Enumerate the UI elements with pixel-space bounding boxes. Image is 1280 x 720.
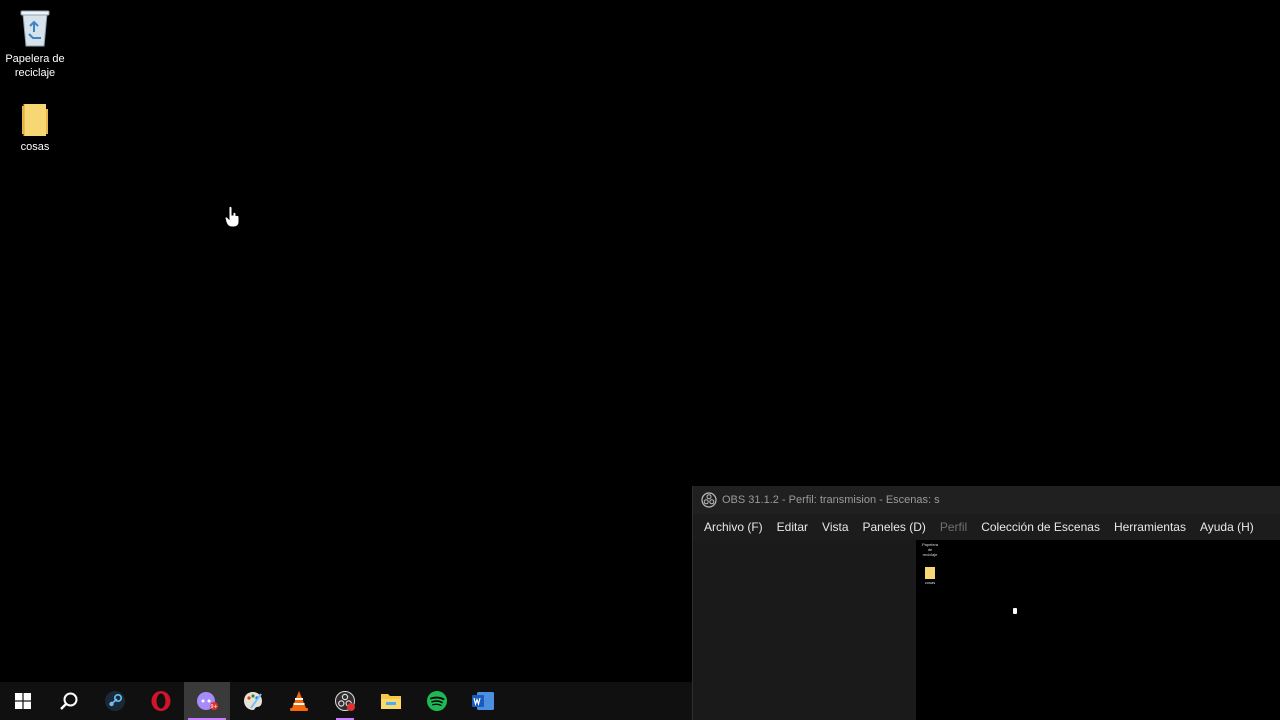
steam-icon [105, 691, 125, 711]
preview-folder-icon [925, 567, 935, 579]
recycle-bin-icon [20, 10, 50, 47]
menu-archivo[interactable]: Archivo (F) [697, 520, 770, 534]
discord-icon: 9+ [197, 692, 218, 710]
opera-icon [151, 691, 171, 711]
obs-preview[interactable]: Papelera de reciclaje cosas [916, 540, 1280, 720]
menu-perfil[interactable]: Perfil [933, 520, 974, 534]
start-button[interactable] [0, 682, 46, 720]
obs-titlebar[interactable]: OBS 31.1.2 - Perfil: transmision - Escen… [693, 486, 1280, 514]
menu-vista[interactable]: Vista [815, 520, 855, 534]
menu-herramientas[interactable]: Herramientas [1107, 520, 1193, 534]
taskbar-opera[interactable] [138, 682, 184, 720]
preview-recycle-label: Papelera de reciclaje [921, 542, 938, 557]
obs-logo-icon [701, 492, 717, 508]
menu-ayuda[interactable]: Ayuda (H) [1193, 520, 1261, 534]
menu-coleccion-de-escenas[interactable]: Colección de Escenas [974, 520, 1107, 534]
menu-paneles[interactable]: Paneles (D) [856, 520, 933, 534]
cosas-label: cosas [20, 141, 50, 153]
obs-menubar: Archivo (F) Editar Vista Paneles (D) Per… [693, 514, 1280, 540]
recycle-bin-label-line1: Papelera de [5, 53, 65, 65]
preview-folder-label: cosas [924, 580, 936, 585]
paint-icon [244, 692, 262, 710]
hand-cursor-icon [225, 206, 240, 228]
recycle-bin-label-line2: reciclaje [14, 67, 56, 79]
taskbar-spotify[interactable] [414, 682, 460, 720]
taskbar-file-explorer[interactable] [368, 682, 414, 720]
preview-recycle-bin: Papelera de reciclaje [920, 542, 940, 557]
taskbar-paint[interactable] [230, 682, 276, 720]
taskbar-discord[interactable]: 9+ [184, 682, 230, 720]
recycle-bin-shortcut[interactable]: Papelera de reciclaje [0, 6, 70, 80]
preview-folder: cosas [923, 566, 937, 585]
svg-text:9+: 9+ [210, 704, 217, 710]
word-icon [472, 692, 494, 710]
spotify-icon [427, 691, 447, 711]
taskbar: 9+ [0, 682, 692, 720]
search-button[interactable] [46, 682, 92, 720]
vlc-icon [290, 691, 308, 711]
taskbar-vlc[interactable] [276, 682, 322, 720]
taskbar-obs[interactable] [322, 682, 368, 720]
obs-left-panel [693, 540, 916, 720]
obs-window[interactable]: OBS 31.1.2 - Perfil: transmision - Escen… [692, 486, 1280, 720]
obs-icon [335, 691, 355, 711]
taskbar-word[interactable] [460, 682, 506, 720]
obs-window-title: OBS 31.1.2 - Perfil: transmision - Escen… [722, 494, 940, 506]
taskbar-steam[interactable] [92, 682, 138, 720]
cosas-folder-shortcut[interactable]: cosas [0, 102, 70, 154]
menu-editar[interactable]: Editar [770, 520, 815, 534]
windows-start-icon [15, 693, 31, 709]
file-explorer-icon [381, 694, 401, 709]
obs-body: Papelera de reciclaje cosas [693, 540, 1280, 720]
folder-icon [22, 104, 48, 136]
preview-cursor-icon [1013, 608, 1017, 614]
search-icon [60, 692, 78, 710]
